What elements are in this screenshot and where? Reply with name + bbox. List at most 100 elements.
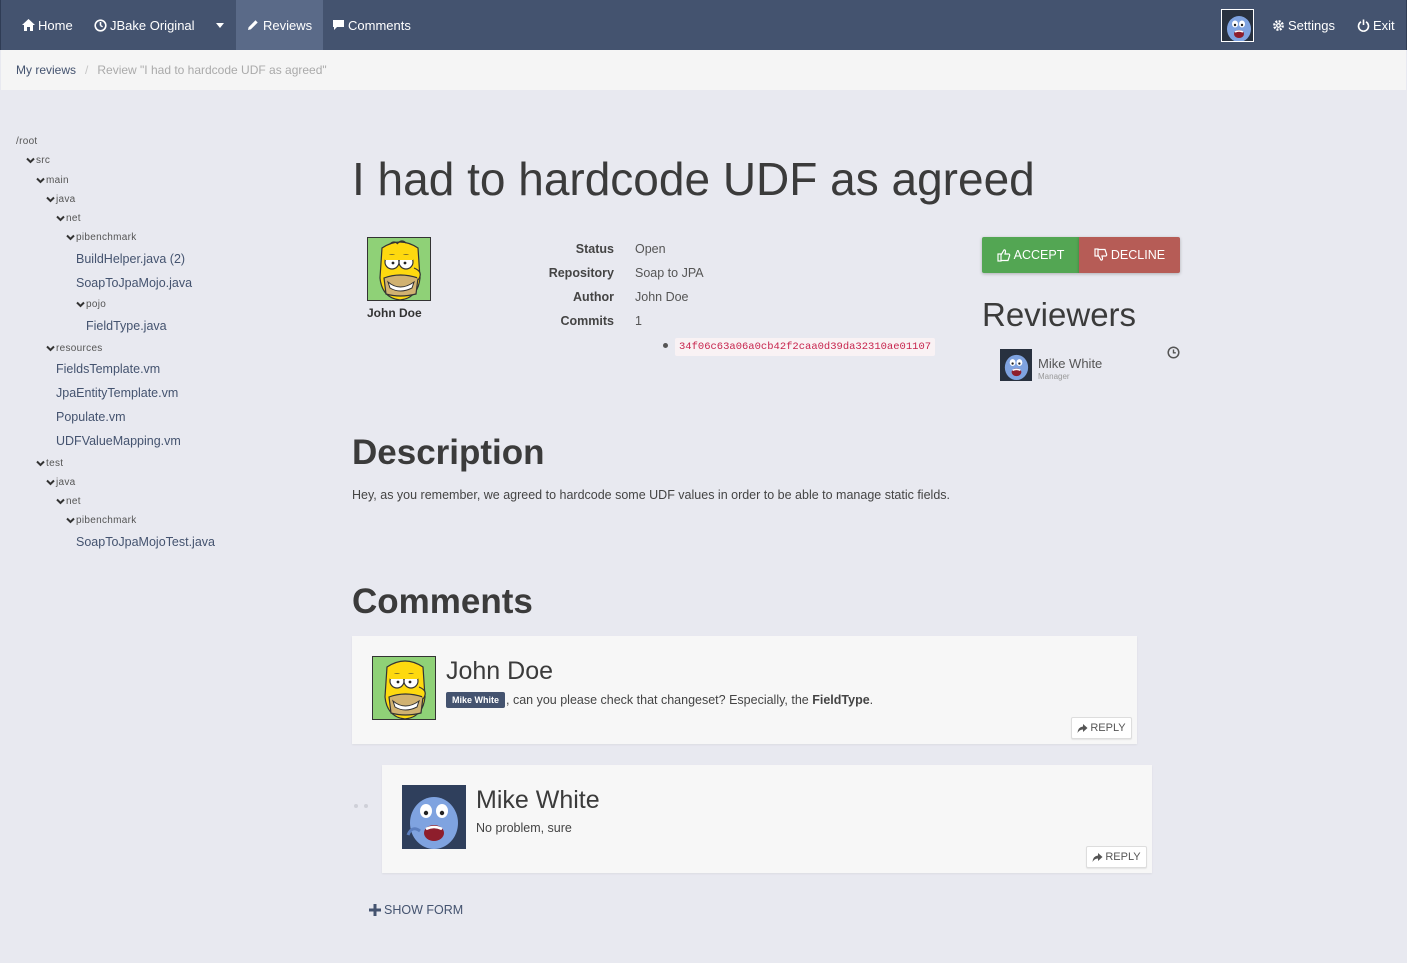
description-heading: Description <box>352 433 545 472</box>
tree-file[interactable]: JpaEntityTemplate.vm <box>56 386 178 400</box>
decline-button[interactable]: DECLINE <box>1079 237 1180 273</box>
tree-file[interactable]: SoapToJpaMojo.java <box>76 276 192 290</box>
chevron-down-icon <box>66 234 75 241</box>
share-arrow-icon <box>1077 723 1088 733</box>
genie-avatar-icon <box>1000 349 1032 381</box>
tree-dir[interactable]: net <box>56 496 81 507</box>
chevron-down-icon <box>66 517 75 524</box>
reviewer-avatar <box>1000 349 1032 381</box>
repository-label: Repository <box>548 266 614 280</box>
nav-project[interactable]: JBake Original <box>93 0 195 50</box>
tree-dir-label: src <box>36 155 51 166</box>
tree-dir-label: pibenchmark <box>76 232 137 243</box>
comment-avatar <box>402 785 466 849</box>
commit-hash[interactable]: 34f06c63a06a0cb42f2caa0d39da32310ae01107 <box>675 338 936 356</box>
tree-file[interactable]: BuildHelper.java (2) <box>76 252 185 266</box>
home-icon <box>21 18 35 32</box>
chevron-down-icon <box>76 301 85 308</box>
breadcrumb-current: Review "I had to hardcode UDF as agreed" <box>97 63 327 77</box>
tree-dir-label: net <box>66 496 81 507</box>
tree-file[interactable]: UDFValueMapping.vm <box>56 434 181 448</box>
tree-dir-label: java <box>56 194 76 205</box>
caret-down-icon <box>216 22 224 28</box>
tree-dir-label: main <box>46 175 69 186</box>
tree-dir[interactable]: net <box>56 213 81 224</box>
tree-dir[interactable]: resources <box>46 343 103 354</box>
tree-dir[interactable]: src <box>26 155 50 166</box>
reviewer-name: Mike White <box>1038 356 1103 371</box>
nav-exit[interactable]: Exit <box>1356 0 1395 50</box>
chevron-down-icon <box>46 345 55 352</box>
author-caption: John Doe <box>367 306 422 320</box>
repository-value: Soap to JPA <box>635 266 704 280</box>
plus-icon <box>369 904 381 916</box>
chevron-down-icon <box>56 498 65 505</box>
comments-heading: Comments <box>352 582 533 621</box>
genie-avatar-icon <box>402 785 466 849</box>
tree-file[interactable]: FieldType.java <box>86 319 167 333</box>
power-icon <box>1356 18 1370 32</box>
nav-comments-label: Comments <box>348 17 411 33</box>
mention-badge[interactable]: Mike White <box>446 692 506 708</box>
tree-file[interactable]: Populate.vm <box>56 410 125 424</box>
reviewer-role: Manager <box>1038 372 1070 381</box>
chevron-down-icon <box>26 157 35 164</box>
tree-dir-label: net <box>66 213 81 224</box>
tree-dir[interactable]: pibenchmark <box>66 232 137 243</box>
genie-avatar-icon <box>1222 10 1253 41</box>
tree-dir-label: test <box>46 458 64 469</box>
nav-reviews-label: Reviews <box>263 17 313 33</box>
reply-label: REPLY <box>1090 722 1126 734</box>
tree-file[interactable]: SoapToJpaMojoTest.java <box>76 535 215 549</box>
accept-button[interactable]: ACCEPT <box>982 237 1079 273</box>
author-avatar <box>367 237 431 301</box>
breadcrumb-my-reviews[interactable]: My reviews <box>16 63 76 77</box>
comment-text-bold: FieldType <box>812 693 870 707</box>
chevron-down-icon <box>36 177 45 184</box>
tree-dir[interactable]: test <box>36 458 63 469</box>
breadcrumb: My reviews / Review "I had to hardcode U… <box>1 50 1406 90</box>
pencil-icon <box>246 18 260 32</box>
nav-home[interactable]: Home <box>21 0 73 50</box>
comment-text-part: , can you please check that changeset? E… <box>506 693 813 707</box>
show-form-button[interactable]: SHOW FORM <box>369 903 463 917</box>
tree-dir[interactable]: main <box>36 175 69 186</box>
author-label: Author <box>573 290 614 304</box>
status-value: Open <box>635 242 666 256</box>
tree-dir[interactable]: java <box>46 477 76 488</box>
gear-icon <box>1271 18 1285 32</box>
nav-exit-label: Exit <box>1373 17 1395 33</box>
comment-card: Mike White No problem, sure REPLY <box>382 765 1152 873</box>
comment-icon <box>331 18 345 32</box>
accept-label: ACCEPT <box>1013 248 1065 262</box>
nav-settings[interactable]: Settings <box>1271 0 1335 50</box>
dashboard-icon <box>93 18 107 32</box>
share-arrow-icon <box>1092 852 1103 862</box>
comment-text: No problem, sure <box>476 821 572 835</box>
project-dropdown-toggle[interactable] <box>209 0 231 50</box>
tree-dir[interactable]: pojo <box>76 299 106 310</box>
comment-card: John Doe Mike White , can you please che… <box>352 636 1137 744</box>
tree-root[interactable]: /root <box>16 136 38 147</box>
clock-icon <box>1167 346 1180 359</box>
chevron-down-icon <box>56 215 65 222</box>
nav-project-label: JBake Original <box>110 17 195 33</box>
tree-dir[interactable]: pibenchmark <box>66 515 137 526</box>
thumbs-up-icon <box>997 249 1010 262</box>
commits-label: Commits <box>560 314 614 328</box>
nav-reviews[interactable]: Reviews <box>236 0 323 50</box>
homer-avatar-icon <box>368 238 430 300</box>
show-form-label: SHOW FORM <box>384 903 464 917</box>
tree-dir-label: resources <box>56 343 103 354</box>
tree-dir-label: pibenchmark <box>76 515 137 526</box>
comment-author: John Doe <box>446 657 554 685</box>
list-bullet <box>663 343 668 348</box>
nav-comments[interactable]: Comments <box>331 0 411 50</box>
nav-settings-label: Settings <box>1288 17 1335 33</box>
tree-dir[interactable]: java <box>46 194 76 205</box>
reply-button[interactable]: REPLY <box>1071 717 1132 739</box>
tree-file[interactable]: FieldsTemplate.vm <box>56 362 160 376</box>
user-avatar[interactable] <box>1221 9 1254 42</box>
reply-button[interactable]: REPLY <box>1086 846 1147 868</box>
top-navbar: Home JBake Original Reviews Comments Set… <box>0 0 1407 50</box>
